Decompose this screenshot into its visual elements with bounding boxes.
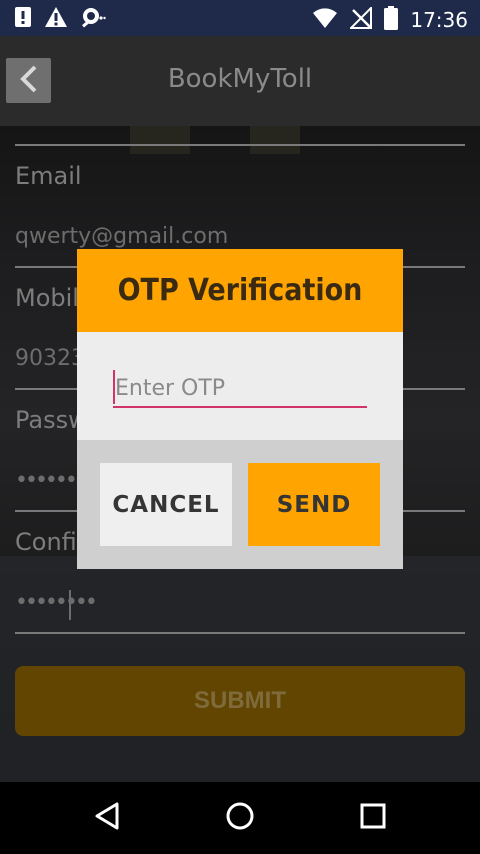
confirm-password-underline (15, 632, 465, 634)
email-label: Email (15, 162, 82, 190)
cancel-label: CANCEL (112, 491, 220, 518)
status-bar-left (14, 6, 106, 32)
submit-label: SUBMIT (194, 687, 286, 714)
otp-input[interactable] (113, 370, 367, 408)
no-signal-icon (348, 5, 373, 33)
bg-toll-sign (130, 126, 190, 154)
warning-icon (44, 6, 68, 32)
dialog-body (77, 332, 403, 440)
sim-alert-icon (14, 6, 32, 32)
send-label: SEND (276, 491, 352, 518)
submit-button[interactable]: SUBMIT (15, 666, 465, 736)
field-divider (15, 144, 465, 146)
nav-home-button[interactable] (222, 800, 258, 836)
mobile-field[interactable]: 90323 (15, 346, 85, 371)
home-circle-icon (225, 801, 255, 835)
status-bar: 17:36 (0, 0, 480, 36)
nav-recents-button[interactable] (355, 800, 391, 836)
app-title: BookMyToll (167, 64, 313, 94)
wifi-icon (312, 7, 338, 33)
app-toolbar: BookMyToll (0, 36, 480, 126)
status-bar-right: 17:36 (312, 5, 468, 34)
email-field[interactable]: qwerty@gmail.com (15, 224, 228, 249)
cancel-button[interactable]: CANCEL (100, 463, 232, 546)
dialog-header: OTP Verification (77, 249, 403, 332)
back-triangle-icon (93, 801, 121, 835)
otp-dialog: OTP Verification CANCEL SEND (77, 249, 403, 569)
location-search-icon (80, 6, 106, 32)
confirm-password-label: Confir (15, 528, 87, 556)
confirm-password-field[interactable]: •••••••• (15, 590, 98, 615)
navigation-bar (0, 782, 480, 854)
recents-square-icon (359, 802, 387, 834)
mobile-label: Mobil (15, 284, 79, 312)
text-cursor (69, 590, 71, 620)
otp-caret (113, 370, 115, 404)
status-time: 17:36 (410, 8, 468, 32)
battery-icon (384, 6, 399, 34)
bg-toll-sign (250, 126, 300, 154)
dialog-title: OTP Verification (117, 273, 363, 308)
nav-back-button[interactable] (89, 800, 125, 836)
send-button[interactable]: SEND (248, 463, 380, 546)
